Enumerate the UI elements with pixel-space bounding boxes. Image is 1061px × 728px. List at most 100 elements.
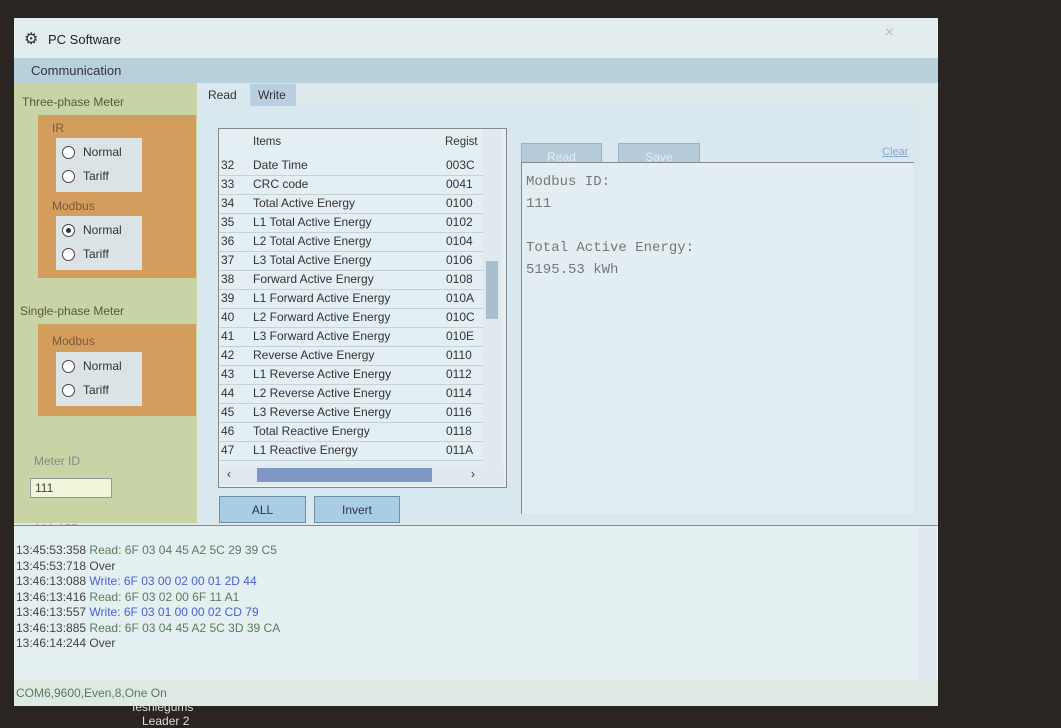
- desktop-label: Iesniegums: [132, 700, 194, 714]
- table-row[interactable]: 44 L2 Reverse Active Energy 0114: [219, 384, 483, 404]
- row-register: 0116: [446, 405, 472, 419]
- row-register: 0112: [446, 367, 472, 381]
- ir-normal-radio[interactable]: Normal: [62, 143, 122, 161]
- modbus-normal-radio[interactable]: Normal: [62, 221, 122, 239]
- row-register: 0100: [446, 196, 473, 210]
- row-item: L3 Reverse Active Energy: [253, 405, 392, 419]
- table-row[interactable]: 41 L3 Forward Active Energy 010E: [219, 327, 483, 347]
- log-entry: 13:46:13:557 Write: 6F 03 01 00 00 02 CD…: [16, 605, 259, 620]
- log-message: Read: 6F 03 04 45 A2 5C 29 39 C5: [89, 543, 277, 557]
- title-bar: ⚙ PC Software ×: [14, 18, 938, 58]
- table-row[interactable]: 42 Reverse Active Energy 0110: [219, 346, 483, 366]
- single-phase-group: Modbus Normal Tariff: [38, 324, 196, 416]
- window-title: PC Software: [48, 32, 121, 47]
- row-item: Total Reactive Energy: [253, 424, 370, 438]
- meter-type-panel: Three-phase Meter IR Normal Tariff Modbu…: [14, 83, 197, 536]
- row-item: CRC code: [253, 177, 309, 191]
- menu-communication[interactable]: Communication: [31, 63, 121, 78]
- row-item: Forward Active Energy: [253, 272, 374, 286]
- log-message: Read: 6F 03 04 45 A2 5C 3D 39 CA: [89, 620, 281, 635]
- row-item: Reverse Active Energy: [253, 348, 375, 362]
- table-row[interactable]: 45 L3 Reverse Active Energy 0116: [219, 403, 483, 423]
- log-time: 13:45:53:718: [16, 558, 87, 573]
- invert-button[interactable]: Invert: [314, 496, 400, 523]
- table-row[interactable]: 35 L1 Total Active Energy 0102: [219, 213, 483, 233]
- row-number: 33: [221, 177, 235, 191]
- ir-label: IR: [52, 121, 64, 135]
- table-row[interactable]: 43 L1 Reverse Active Energy 0112: [219, 365, 483, 385]
- table-row[interactable]: 33 CRC code 0041: [219, 175, 483, 195]
- log-entry: 13:46:13:088 Write: 6F 03 00 02 00 01 2D…: [16, 574, 257, 589]
- row-number: 42: [221, 348, 235, 362]
- scroll-thumb[interactable]: [486, 261, 498, 319]
- table-row[interactable]: 46 Total Reactive Energy 0118: [219, 422, 483, 442]
- table-row[interactable]: 38 Forward Active Energy 0108: [219, 270, 483, 290]
- row-register: 0041: [446, 177, 473, 191]
- header-register[interactable]: Regist: [445, 129, 478, 155]
- table-row[interactable]: 37 L3 Total Active Energy 0106: [219, 251, 483, 271]
- single-tariff-radio[interactable]: Tariff: [62, 381, 109, 399]
- row-register: 0118: [446, 424, 472, 438]
- table-row[interactable]: 40 L2 Forward Active Energy 010C: [219, 308, 483, 328]
- row-number: 36: [221, 234, 235, 248]
- tab-write[interactable]: Write: [250, 84, 296, 106]
- row-number: 38: [221, 272, 235, 286]
- row-item: L1 Total Active Energy: [253, 215, 372, 229]
- row-number: 45: [221, 405, 235, 419]
- app-window: ⚙ PC Software × Communication Three-phas…: [14, 18, 938, 706]
- tab-read[interactable]: Read: [200, 84, 250, 106]
- header-items[interactable]: Items: [253, 129, 281, 155]
- row-register: 010C: [446, 310, 475, 324]
- log-message: Read: 6F 03 02 00 6F 11 A1: [89, 589, 240, 604]
- log-time: 13:46:14:244: [16, 636, 87, 650]
- row-number: 43: [221, 367, 235, 381]
- single-modbus-radio-group: Normal Tariff: [56, 352, 142, 406]
- modbus-tariff-radio[interactable]: Tariff: [62, 245, 109, 263]
- three-phase-group: IR Normal Tariff Modbus Normal Tariff: [38, 115, 196, 278]
- row-number: 37: [221, 253, 235, 267]
- log-message: Write: 6F 03 01 00 00 02 CD 79: [89, 605, 259, 619]
- close-button[interactable]: ×: [885, 24, 894, 42]
- log-time: 13:46:13:088: [16, 574, 87, 588]
- scroll-left-icon[interactable]: ‹: [227, 467, 231, 481]
- table-row[interactable]: 39 L1 Forward Active Energy 010A: [219, 289, 483, 309]
- horizontal-scrollbar[interactable]: ‹ ›: [219, 465, 504, 485]
- log-entry: 13:45:53:718 Over: [16, 559, 115, 574]
- scroll-right-icon[interactable]: ›: [471, 467, 475, 481]
- log-message: Over: [89, 636, 116, 650]
- table-row[interactable]: 32 Date Time 003C: [219, 156, 483, 176]
- table-row[interactable]: 47 L1 Reactive Energy 011A: [219, 441, 483, 461]
- row-register: 0110: [446, 348, 472, 362]
- menu-bar: Communication: [14, 58, 938, 83]
- modbus-label: Modbus: [52, 199, 95, 213]
- clear-link[interactable]: Clear: [882, 146, 908, 158]
- row-number: 34: [221, 196, 235, 210]
- vertical-scrollbar[interactable]: [483, 129, 501, 465]
- row-number: 32: [221, 158, 235, 172]
- log-scrollbar[interactable]: [918, 526, 936, 681]
- table-row[interactable]: 36 L2 Total Active Energy 0104: [219, 232, 483, 252]
- single-phase-label: Single-phase Meter: [20, 304, 125, 318]
- row-item: L2 Reverse Active Energy: [253, 386, 392, 400]
- row-item: L3 Forward Active Energy: [253, 329, 391, 343]
- meter-id-input[interactable]: 111: [30, 478, 112, 498]
- log-message: Write: 6F 03 00 02 00 01 2D 44: [89, 574, 257, 588]
- row-item: L2 Forward Active Energy: [253, 310, 391, 324]
- log-entry: 13:46:13:885 Read: 6F 03 04 45 A2 5C 3D …: [16, 621, 280, 636]
- row-number: 47: [221, 443, 235, 457]
- single-normal-radio[interactable]: Normal: [62, 357, 122, 375]
- log-time: 13:46:13:557: [16, 605, 87, 619]
- row-item: L1 Reverse Active Energy: [253, 367, 392, 381]
- desktop-label: Leader 2: [142, 714, 190, 728]
- row-register: 010E: [446, 329, 475, 343]
- all-button[interactable]: ALL: [219, 496, 306, 523]
- three-phase-label: Three-phase Meter: [22, 95, 125, 109]
- table-row[interactable]: 34 Total Active Energy 0100: [219, 194, 483, 214]
- row-register: 0104: [446, 234, 473, 248]
- scroll-thumb[interactable]: [257, 468, 432, 482]
- meter-id-label: Meter ID: [34, 454, 81, 468]
- log-time: 13:46:13:416: [16, 589, 87, 604]
- modbus-radio-group: Normal Tariff: [56, 216, 142, 270]
- read-tab-panel: Items Regist 32 Date Time 003C 33 CRC code 00…: [200, 106, 916, 523]
- ir-tariff-radio[interactable]: Tariff: [62, 167, 109, 185]
